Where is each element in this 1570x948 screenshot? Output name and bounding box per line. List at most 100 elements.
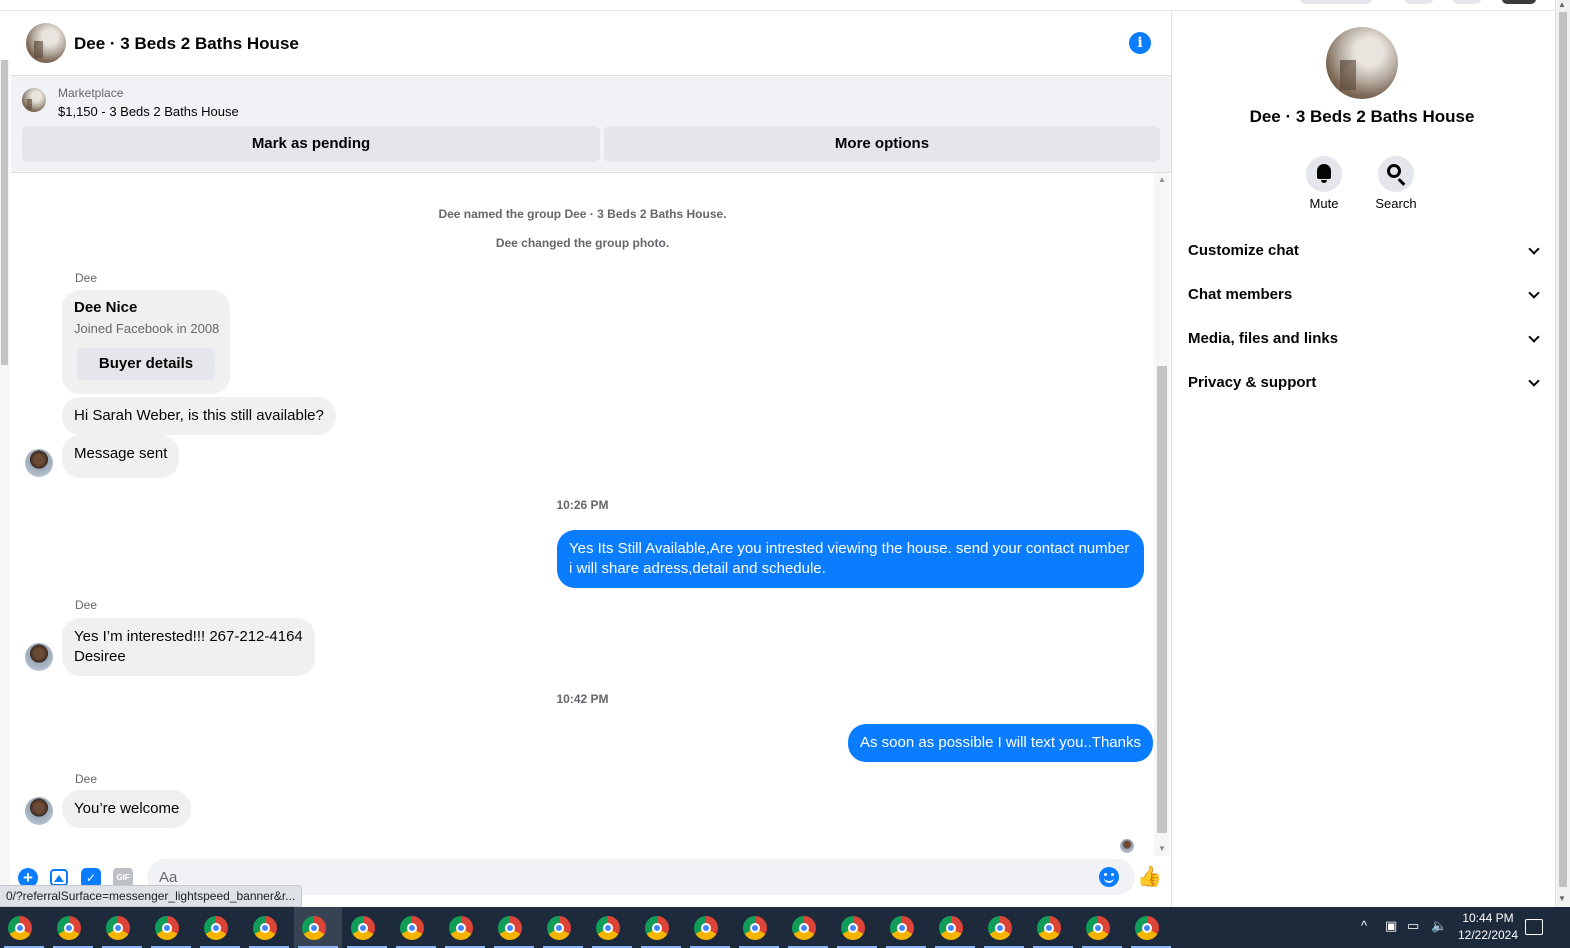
- taskbar-chrome-app[interactable]: [49, 907, 97, 948]
- system-message: Dee changed the group photo.: [495, 236, 670, 250]
- taskbar-chrome-app[interactable]: [490, 907, 538, 948]
- mute-label: Mute: [1309, 196, 1339, 211]
- conversation-panel: Dee · 3 Beds 2 Baths House i Marketplace…: [11, 11, 1172, 907]
- taskbar-chrome-app[interactable]: [98, 907, 146, 948]
- chevron-down-icon: [1528, 375, 1540, 387]
- chat-scrollbar[interactable]: ▲ ▼: [1154, 173, 1170, 856]
- emoji-icon[interactable]: [1099, 867, 1119, 887]
- window-scrollbar[interactable]: ▲ ▼: [1555, 0, 1570, 907]
- section-chat-members[interactable]: Chat members: [1188, 280, 1540, 310]
- top-ghost-icon: [1453, 0, 1481, 4]
- incoming-message[interactable]: Hi Sarah Weber, is this still available?: [62, 397, 336, 435]
- taskbar-chrome-app[interactable]: [1127, 907, 1175, 948]
- taskbar-chrome-app[interactable]: [441, 907, 489, 948]
- incoming-message[interactable]: You’re welcome: [62, 790, 192, 828]
- clock-time: 10:44 PM: [1462, 911, 1514, 925]
- chrome-icon: [1086, 916, 1110, 940]
- mark-as-pending-button[interactable]: Mark as pending: [22, 126, 600, 162]
- section-customize-chat[interactable]: Customize chat: [1188, 236, 1540, 266]
- taskbar-chrome-app[interactable]: [294, 907, 342, 948]
- taskbar-chrome-app[interactable]: [931, 907, 979, 948]
- group-photo-avatar[interactable]: [26, 23, 66, 63]
- buyer-name: Dee Nice: [74, 299, 138, 316]
- scroll-up-icon[interactable]: ▲: [1157, 175, 1167, 184]
- network-icon[interactable]: ▭: [1407, 918, 1419, 934]
- mute-button[interactable]: [1306, 156, 1342, 192]
- incoming-message[interactable]: Yes I’m interested!!! 267-212-4164 Desir…: [62, 618, 315, 676]
- chevron-up-icon[interactable]: ^: [1361, 918, 1367, 933]
- chrome-icon: [645, 916, 669, 940]
- taskbar-chrome-app[interactable]: [686, 907, 734, 948]
- outgoing-message[interactable]: As soon as possible I will text you..Tha…: [848, 724, 1153, 762]
- chrome-icon: [498, 916, 522, 940]
- marketplace-label: Marketplace: [58, 86, 124, 100]
- incoming-message[interactable]: Message sent: [62, 435, 180, 478]
- chrome-icon: [596, 916, 620, 940]
- taskbar-chrome-app[interactable]: [882, 907, 930, 948]
- taskbar-chrome-app[interactable]: [735, 907, 783, 948]
- taskbar-chrome-app[interactable]: [196, 907, 244, 948]
- chrome-icon: [988, 916, 1012, 940]
- page-scrollbar-thumb[interactable]: [1, 60, 8, 365]
- outgoing-message[interactable]: Yes Its Still Available,Are you intreste…: [557, 530, 1144, 588]
- chrome-icon: [1135, 916, 1159, 940]
- chrome-icon: [743, 916, 767, 940]
- more-options-button[interactable]: More options: [604, 126, 1160, 162]
- sender-avatar[interactable]: [25, 643, 53, 671]
- browser-top-strip: [0, 0, 1555, 11]
- section-privacy-support[interactable]: Privacy & support: [1188, 368, 1540, 398]
- chrome-icon: [253, 916, 277, 940]
- taskbar-chrome-app[interactable]: [245, 907, 293, 948]
- chat-title[interactable]: Dee · 3 Beds 2 Baths House: [74, 34, 299, 54]
- taskbar-chrome-app[interactable]: [1029, 907, 1077, 948]
- account-avatar[interactable]: [1502, 0, 1536, 4]
- listing-thumbnail[interactable]: [22, 88, 46, 112]
- chrome-icon: [1037, 916, 1061, 940]
- sender-avatar[interactable]: [25, 797, 53, 825]
- chevron-down-icon: [1528, 287, 1540, 299]
- window-scrollbar-thumb[interactable]: [1559, 12, 1567, 887]
- taskbar-chrome-app[interactable]: [343, 907, 391, 948]
- scroll-down-icon[interactable]: ▼: [1157, 844, 1167, 853]
- taskbar-chrome-app[interactable]: [833, 907, 881, 948]
- scroll-down-icon[interactable]: ▼: [1558, 894, 1566, 903]
- chrome-icon: [939, 916, 963, 940]
- panel-title: Dee · 3 Beds 2 Baths House: [1249, 107, 1475, 126]
- section-media-files-links[interactable]: Media, files and links: [1188, 324, 1540, 354]
- taskbar-chrome-app[interactable]: [0, 907, 48, 948]
- chevron-down-icon: [1528, 331, 1540, 343]
- buyer-details-button[interactable]: Buyer details: [77, 348, 215, 380]
- chrome-icon: [57, 916, 81, 940]
- taskbar-chrome-app[interactable]: [637, 907, 685, 948]
- taskbar-chrome-app[interactable]: [980, 907, 1028, 948]
- buyer-joined: Joined Facebook in 2008: [74, 321, 220, 336]
- system-clock[interactable]: 10:44 PM 12/22/2024: [1440, 910, 1536, 944]
- sender-avatar[interactable]: [25, 449, 53, 477]
- notification-icon[interactable]: [1525, 919, 1543, 935]
- message-line: Desiree: [74, 648, 126, 665]
- system-message: Dee named the group Dee · 3 Beds 2 Baths…: [438, 207, 727, 221]
- timestamp: 10:26 PM: [556, 498, 609, 512]
- chrome-icon: [302, 916, 326, 940]
- taskbar-chrome-app[interactable]: [147, 907, 195, 948]
- info-icon[interactable]: i: [1129, 32, 1151, 54]
- group-photo-large[interactable]: [1326, 27, 1398, 99]
- chat-scrollbar-thumb[interactable]: [1157, 366, 1167, 833]
- message-list: Dee named the group Dee · 3 Beds 2 Baths…: [11, 173, 1171, 856]
- photo-icon[interactable]: [50, 869, 68, 886]
- page-scrollbar[interactable]: [0, 60, 10, 900]
- chrome-icon: [694, 916, 718, 940]
- listing-title[interactable]: $1,150 - 3 Beds 2 Baths House: [58, 104, 239, 119]
- taskbar-chrome-app[interactable]: [392, 907, 440, 948]
- taskbar-chrome-app[interactable]: [539, 907, 587, 948]
- thumbs-up-icon[interactable]: 👍: [1137, 865, 1162, 889]
- meet-icon[interactable]: ▣: [1385, 918, 1397, 934]
- taskbar-chrome-app[interactable]: [588, 907, 636, 948]
- section-label: Privacy & support: [1188, 374, 1317, 391]
- search-button[interactable]: [1378, 156, 1414, 192]
- section-label: Chat members: [1188, 286, 1293, 303]
- scroll-up-icon[interactable]: ▲: [1558, 0, 1566, 9]
- taskbar-chrome-app[interactable]: [1078, 907, 1126, 948]
- taskbar-chrome-app[interactable]: [784, 907, 832, 948]
- chrome-icon: [547, 916, 571, 940]
